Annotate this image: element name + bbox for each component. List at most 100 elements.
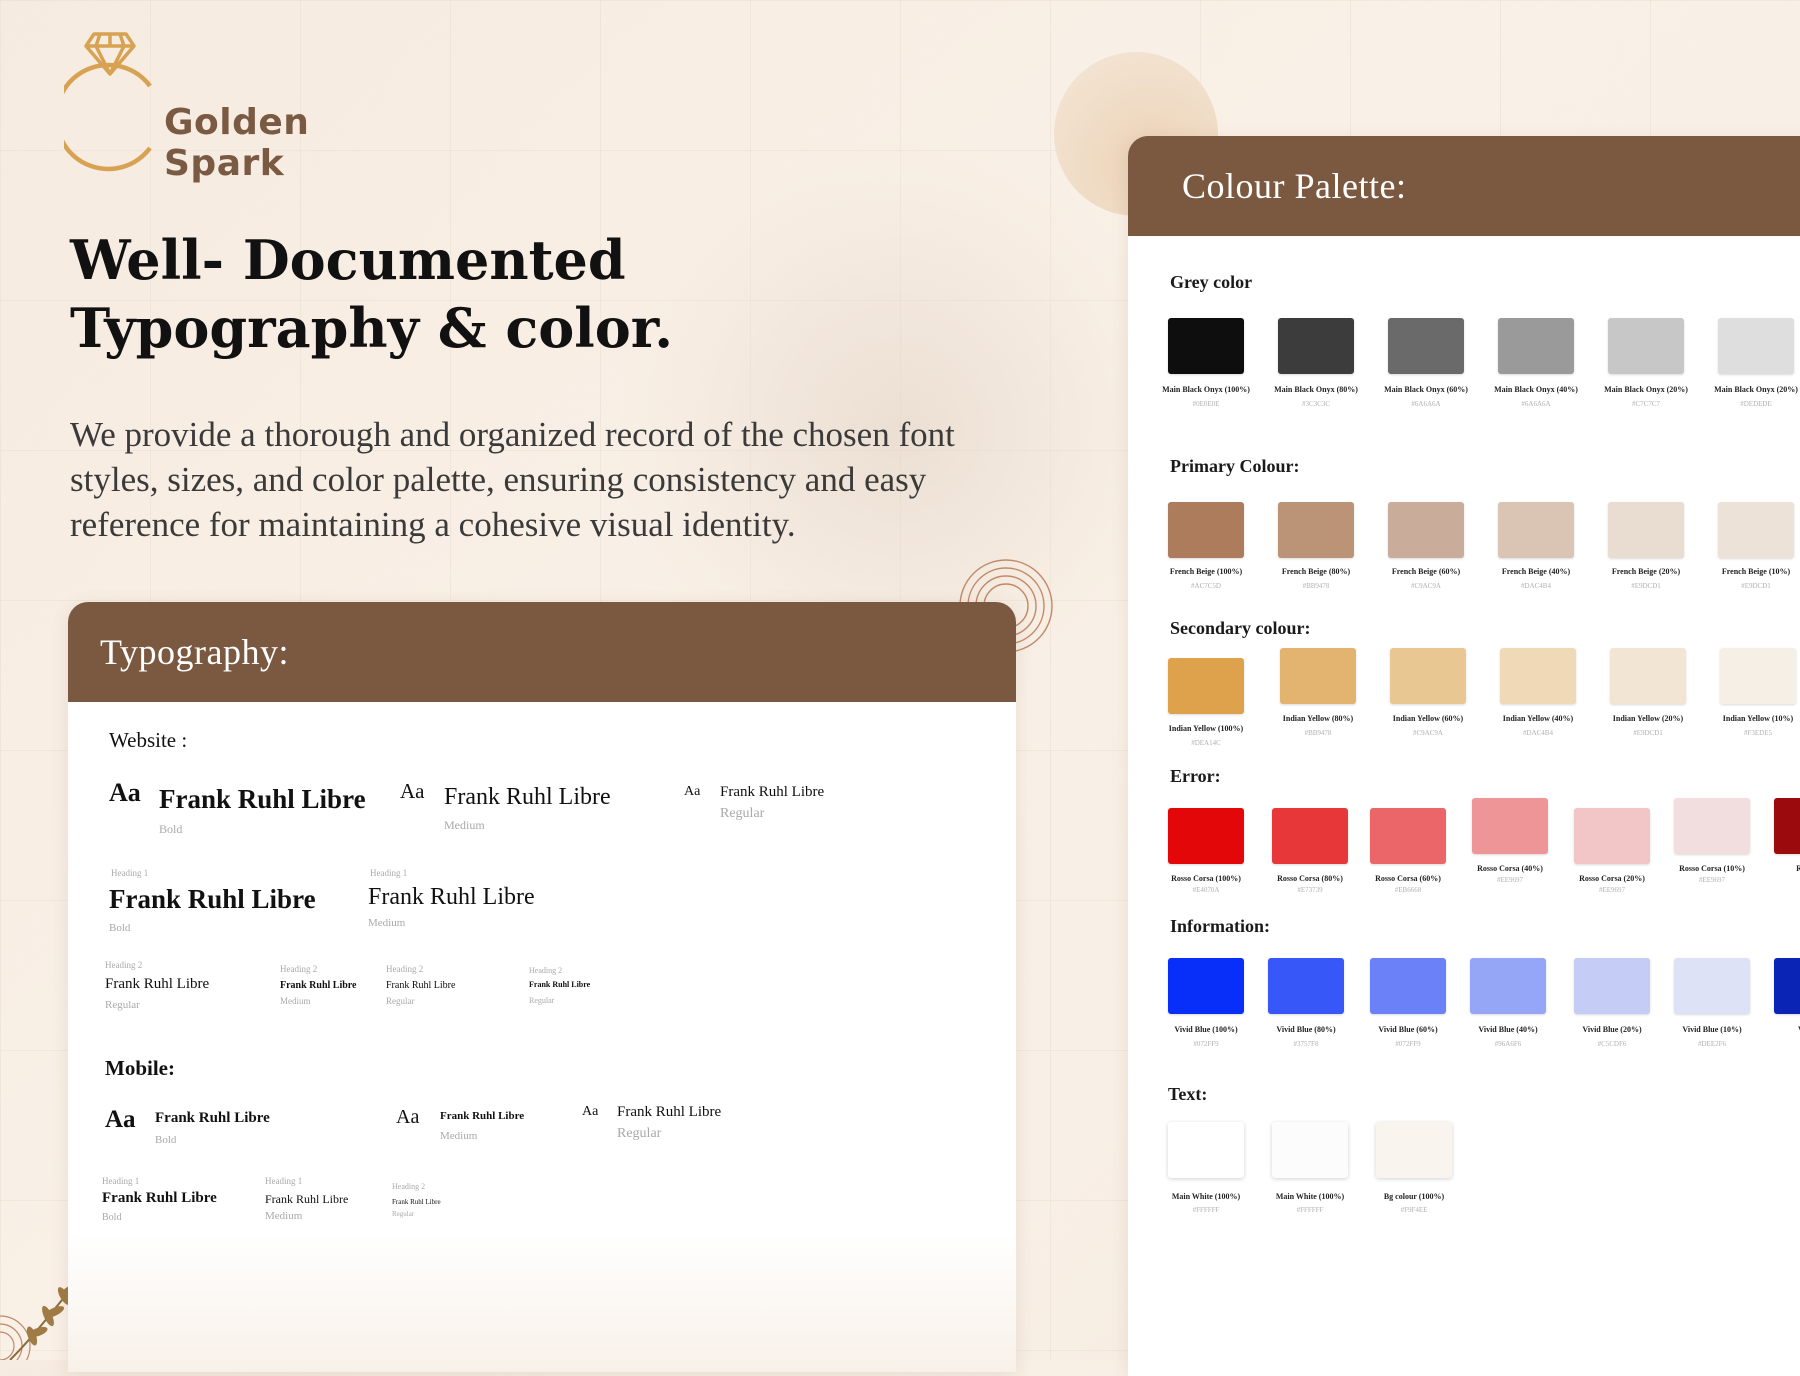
weight-label: Medium (440, 1130, 478, 1142)
swatch-hex: #C9AC9A (1413, 729, 1443, 737)
swatch-hex: #C5CDF6 (1597, 1040, 1627, 1048)
swatch-name: Main Black Onyx (20%) (1714, 385, 1798, 394)
color-swatch-primary (1718, 502, 1794, 558)
swatch-name: Vivid Blue (60%) (1378, 1025, 1438, 1034)
weight-label: Bold (159, 822, 183, 836)
color-swatch-primary (1388, 502, 1464, 558)
swatch-name: Indian Yellow (40%) (1502, 714, 1574, 723)
swatch-hex: #FFFFFF (1296, 1206, 1324, 1214)
font-sample: Frank Ruhl Libre (265, 1192, 349, 1206)
swatch-hex: #E9DCD1 (1633, 729, 1663, 737)
color-swatch-error (1574, 808, 1650, 864)
swatch-hex: #DEDEDE (1740, 400, 1772, 408)
color-swatch-grey (1718, 318, 1794, 374)
heading-label: Heading 2 (386, 964, 424, 974)
section-title-grey: Grey color (1170, 272, 1253, 292)
swatch-hex: #F9F4EE (1400, 1206, 1428, 1214)
swatch-name: Bg colour (100%) (1383, 1192, 1445, 1201)
font-sample: Frank Ruhl Libre (617, 1104, 722, 1120)
font-sample: Frank Ruhl Libre (159, 784, 366, 814)
font-sample: Frank Ruhl Libre (529, 980, 591, 989)
swatch-name: Main White (100%) (1171, 1192, 1241, 1201)
swatch-name: Indian Yellow (80%) (1282, 714, 1354, 723)
swatch-hex: #DEE2F6 (1698, 1040, 1726, 1048)
weight-label: Bold (109, 922, 131, 934)
swatch-hex: #DAC4B4 (1523, 729, 1553, 737)
swatch-name: French Beige (60%) (1391, 567, 1461, 576)
weight-label: Regular (617, 1126, 662, 1141)
hero-description: We provide a thorough and organized reco… (70, 415, 955, 544)
swatch-name: Main White (100%) (1275, 1192, 1345, 1201)
color-swatch-information (1674, 958, 1750, 1014)
color-swatch-primary (1278, 502, 1354, 558)
swatch-name: Vivid Blue (20%) (1582, 1025, 1642, 1034)
heading-label: Heading 2 (105, 960, 143, 970)
heading-label: Heading 1 (102, 1176, 140, 1186)
font-sample: Frank Ruhl Libre (105, 976, 210, 992)
color-swatch-text (1272, 1122, 1348, 1178)
color-swatch-grey (1278, 318, 1354, 374)
color-swatch-secondary (1280, 648, 1356, 704)
weight-label: Regular (392, 1210, 415, 1218)
color-swatch-error (1370, 808, 1446, 864)
swatch-name: Rosso Corsa (10%) (1679, 864, 1745, 873)
swatch-hex: #0E0E0E (1192, 400, 1220, 408)
swatch-hex: #072FF9 (1193, 1040, 1219, 1048)
font-sample: Frank Ruhl Libre (720, 784, 825, 800)
sample-aa: Aa (105, 1106, 136, 1133)
color-swatch-grey (1168, 318, 1244, 374)
weight-label: Medium (280, 996, 311, 1006)
color-swatch-secondary (1500, 648, 1576, 704)
color-swatch-secondary (1168, 658, 1244, 714)
color-swatch-information (1574, 958, 1650, 1014)
swatch-name: Vivid Blue (100%) (1174, 1025, 1238, 1034)
sample-aa: Aa (684, 784, 701, 799)
brand-name: Golden Spark (164, 102, 310, 184)
color-swatch-secondary (1610, 648, 1686, 704)
font-sample: Frank Ruhl Libre (368, 884, 535, 910)
swatch-name: Indian Yellow (60%) (1392, 714, 1464, 723)
swatch-name: Main Black Onyx (60%) (1384, 385, 1468, 394)
swatch-name: Rosso Corsa (80%) (1277, 874, 1343, 883)
section-title-information: Information: (1170, 916, 1270, 936)
heading-label: Heading 1 (370, 868, 408, 878)
font-sample: Frank Ruhl Libre (155, 1110, 270, 1126)
swatch-name: French Beige (100%) (1169, 567, 1243, 576)
swatch-name: French Beige (20%) (1611, 567, 1681, 576)
font-sample: Frank Ruhl Libre (280, 980, 357, 991)
color-swatch-secondary (1390, 648, 1466, 704)
palette-card-header: Colour Palette: (1128, 136, 1800, 236)
swatch-name: Indian Yellow (20%) (1612, 714, 1684, 723)
swatch-hex: #EE9697 (1496, 876, 1524, 884)
swatch-hex: #3C3C3C (1301, 400, 1330, 408)
swatch-hex: #96A6F6 (1494, 1040, 1522, 1048)
brand-logo: Golden Spark (54, 26, 364, 184)
weight-label: Medium (265, 1210, 303, 1222)
color-swatch-information (1370, 958, 1446, 1014)
swatch-hex: #F3EDE5 (1744, 729, 1772, 737)
swatch-name: Vivid Blue (10%) (1682, 1025, 1742, 1034)
font-sample: Frank Ruhl Libre (386, 980, 456, 991)
swatch-hex: #C9AC9A (1411, 582, 1441, 590)
typography-card: Typography: Website : Aa Frank Ruhl Libr… (68, 602, 1016, 1372)
swatch-name: Rosso Corsa (20%) (1579, 874, 1645, 883)
swatch-name: Main Black Onyx (80%) (1274, 385, 1358, 394)
heading-label: Heading 1 (265, 1176, 303, 1186)
swatch-hex: #DAC4B4 (1521, 582, 1551, 590)
swatch-hex: #E73739 (1297, 886, 1323, 894)
colour-palette-card: Colour Palette: Grey color Primary Colou… (1128, 136, 1800, 1376)
color-swatch-secondary (1720, 648, 1796, 704)
sample-aa: Aa (109, 778, 141, 807)
color-swatch-information (1774, 958, 1800, 1014)
swatch-hex: #BB9478 (1304, 729, 1332, 737)
sample-aa: Aa (582, 1104, 599, 1119)
heading-label: Heading 2 (529, 966, 563, 975)
color-swatch-error (1272, 808, 1348, 864)
swatch-name: Main Black Onyx (20%) (1604, 385, 1688, 394)
swatch-hex: #E4070A (1192, 886, 1220, 894)
color-swatch-information (1470, 958, 1546, 1014)
heading-label: Heading 2 (392, 1182, 426, 1191)
swatch-name: Vivid Bl (1760, 1025, 1800, 1034)
swatch-name: French Beige (80%) (1281, 567, 1351, 576)
website-label: Website : (109, 728, 188, 752)
